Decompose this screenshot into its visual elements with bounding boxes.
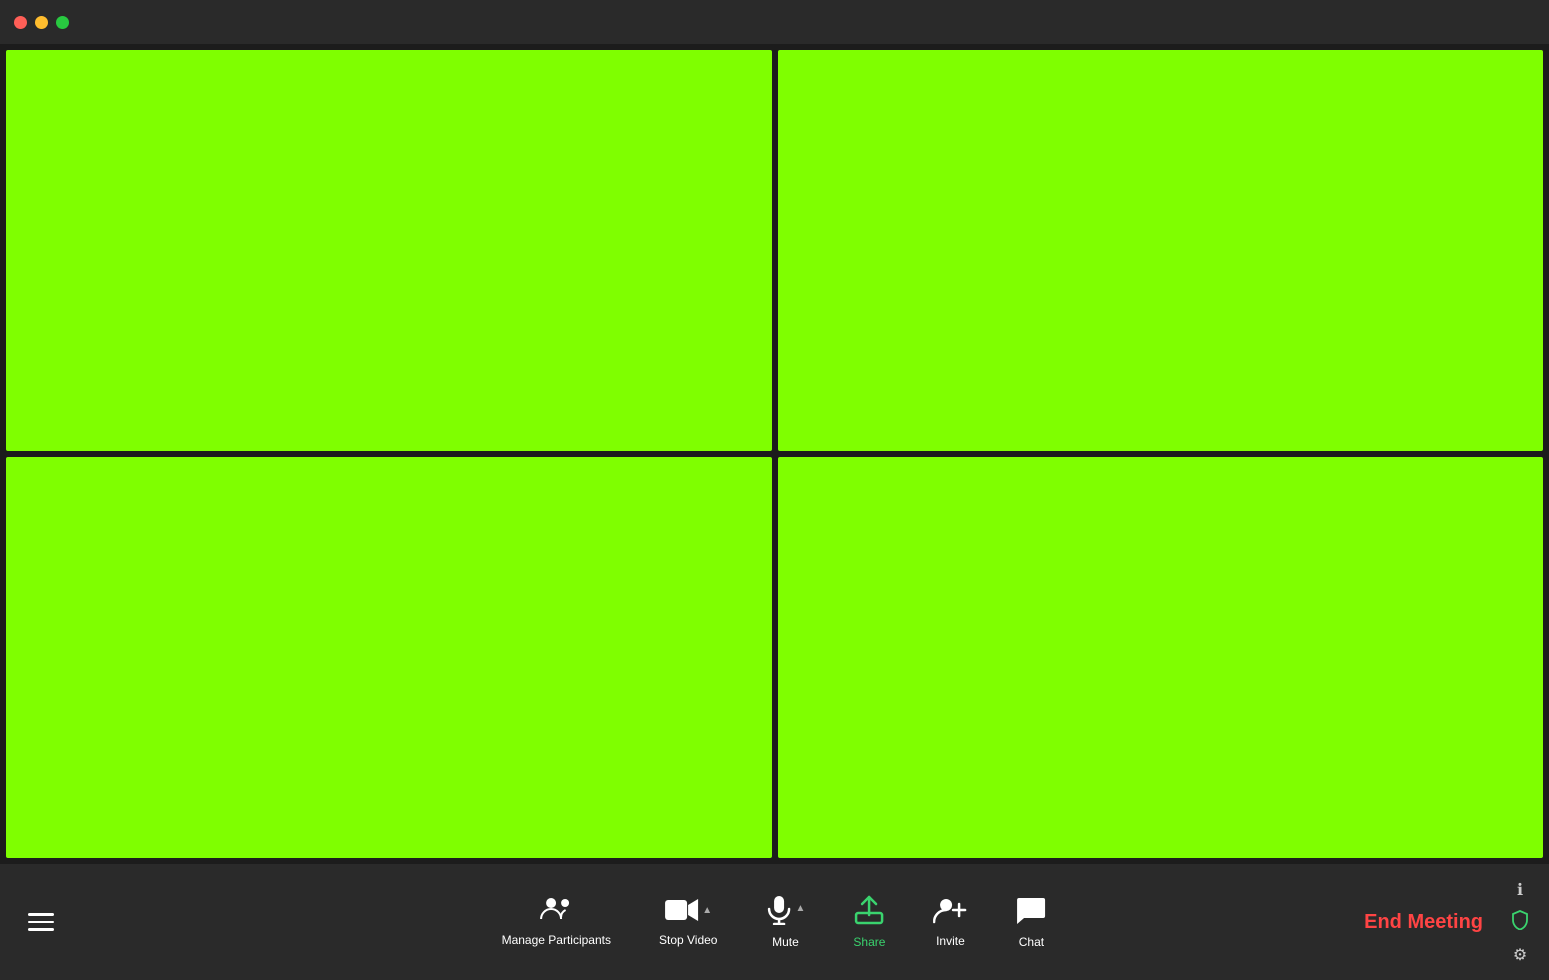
chat-button[interactable]: Chat <box>991 887 1071 957</box>
mute-label: Mute <box>772 935 799 949</box>
invite-icon <box>933 896 967 928</box>
end-meeting-button[interactable]: End Meeting <box>1348 903 1499 942</box>
share-icon <box>854 895 884 929</box>
manage-participants-icon <box>539 895 573 927</box>
toolbar-right: End Meeting ℹ ⚙ <box>1348 880 1529 965</box>
toolbar-center: Manage Participants ▲ Stop Video <box>478 887 1072 957</box>
manage-participants-label: Manage Participants <box>502 933 611 949</box>
stop-video-caret: ▲ <box>702 897 712 925</box>
mute-button[interactable]: ▲ Mute <box>741 887 829 957</box>
shield-icon[interactable] <box>1511 910 1529 935</box>
invite-button[interactable]: Invite <box>909 888 991 956</box>
mute-icon <box>765 895 793 929</box>
hamburger-line-2 <box>28 921 54 924</box>
video-tile-2 <box>778 50 1544 451</box>
video-grid <box>0 44 1549 864</box>
title-bar <box>0 0 1549 44</box>
toolbar: Manage Participants ▲ Stop Video <box>0 864 1549 980</box>
chat-icon <box>1016 895 1046 929</box>
stop-video-icon-group: ▲ <box>664 897 712 927</box>
right-icons: ℹ ⚙ <box>1511 880 1529 965</box>
stop-video-button[interactable]: ▲ Stop Video <box>635 889 742 955</box>
video-tile-4 <box>778 457 1544 858</box>
settings-icon[interactable]: ⚙ <box>1513 945 1527 965</box>
manage-participants-button[interactable]: Manage Participants <box>478 887 635 957</box>
stop-video-label: Stop Video <box>659 933 718 947</box>
video-tile-3 <box>6 457 772 858</box>
maximize-button[interactable] <box>56 16 69 29</box>
mute-caret: ▲ <box>795 895 805 923</box>
mute-icon-group: ▲ <box>765 895 805 929</box>
close-button[interactable] <box>14 16 27 29</box>
hamburger-line-3 <box>28 928 54 931</box>
share-label: Share <box>853 935 885 949</box>
video-tile-1 <box>6 50 772 451</box>
info-icon[interactable]: ℹ <box>1517 880 1523 900</box>
hamburger-button[interactable] <box>20 905 62 939</box>
minimize-button[interactable] <box>35 16 48 29</box>
invite-label: Invite <box>936 934 965 948</box>
stop-video-icon <box>664 897 700 927</box>
chat-label: Chat <box>1019 935 1044 949</box>
hamburger-line-1 <box>28 913 54 916</box>
share-button[interactable]: Share <box>829 887 909 957</box>
